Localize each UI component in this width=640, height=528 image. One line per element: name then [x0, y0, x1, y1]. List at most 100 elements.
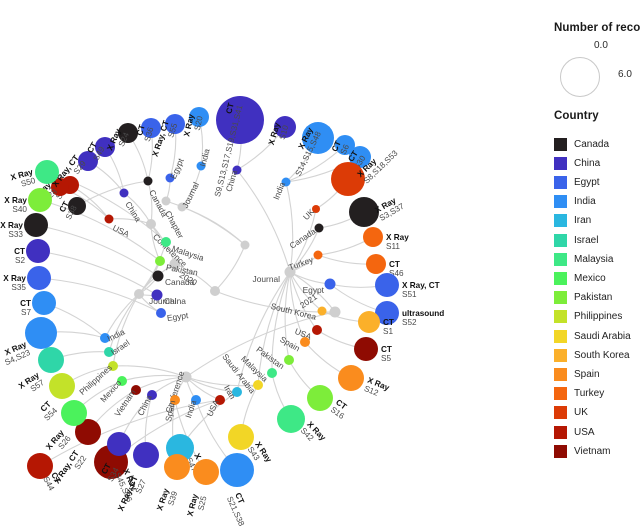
leaf-s27-china[interactable] — [133, 442, 159, 468]
leaf-s2-china[interactable] — [26, 239, 50, 263]
leaf-s42-malay[interactable] — [277, 405, 305, 433]
leaf-s51-egypt[interactable] — [375, 273, 399, 297]
legend-row-mexico[interactable]: Mexico — [554, 270, 606, 286]
legend-row-pakistan[interactable]: Pakistan — [554, 290, 612, 306]
leaf-s20-india[interactable] — [189, 107, 209, 127]
legend-row-turkey[interactable]: Turkey — [554, 386, 604, 402]
hub-conference-left[interactable] — [146, 219, 156, 229]
mid-uk-r[interactable] — [312, 205, 320, 213]
leaf-s24-canada[interactable] — [118, 123, 138, 143]
mid-usa-b[interactable] — [215, 395, 225, 405]
legend-swatch-vietnam — [554, 444, 567, 458]
mid-china-b[interactable] — [147, 390, 157, 400]
legend-row-malaysia[interactable]: Malaysia — [554, 251, 613, 267]
hub-conference-bottom[interactable] — [180, 371, 192, 383]
mid-egypt-tl[interactable] — [165, 173, 175, 183]
mid-spain-b[interactable] — [170, 395, 180, 405]
legend-row-south-korea[interactable]: South Korea — [554, 347, 630, 363]
mid-southkorea-r[interactable] — [317, 306, 327, 316]
leaf-s3-canada[interactable] — [349, 197, 379, 227]
legend-row-vietnam[interactable]: Vietnam — [554, 443, 611, 459]
mid-india-tl[interactable] — [196, 161, 206, 171]
leaf-s50-malay[interactable] — [35, 160, 59, 184]
leaf-s34-china[interactable] — [107, 432, 131, 456]
hub-center[interactable] — [210, 286, 220, 296]
mid-philippines-b[interactable] — [108, 361, 118, 371]
mid-mexico-b[interactable] — [117, 376, 127, 386]
leaf-s4-india[interactable] — [25, 317, 57, 349]
leaf-s12-spain[interactable] — [338, 365, 364, 391]
legend-row-iran[interactable]: Iran — [554, 213, 591, 229]
leaf-s55-egypt[interactable] — [165, 114, 185, 134]
legend-row-saudi-arabia[interactable]: Saudi Arabia — [554, 328, 631, 344]
leaf-s9-china[interactable] — [216, 96, 264, 144]
leaf-s11-turkey[interactable] — [363, 227, 383, 247]
leaf-s29-china[interactable] — [78, 151, 98, 171]
mid-malaysia-r[interactable] — [267, 368, 277, 378]
leaf-s16-pak[interactable] — [307, 385, 333, 411]
leaf-s39-spain[interactable] — [164, 454, 190, 480]
mid-china-tl2[interactable] — [119, 188, 129, 198]
mid-egypt-l[interactable] — [156, 308, 166, 318]
legend-swatch-israel — [554, 233, 567, 247]
legend-row-spain[interactable]: Spain — [554, 366, 600, 382]
mid-israel-l[interactable] — [104, 347, 114, 357]
leaf-s57-israel[interactable] — [38, 347, 64, 373]
mid-vietnam-b[interactable] — [131, 385, 141, 395]
legend-row-philippines[interactable]: Philippines — [554, 309, 622, 325]
hub-journal-top[interactable] — [177, 202, 187, 212]
leaf-s10-china[interactable] — [274, 116, 296, 138]
leaf-s5-vietnam[interactable] — [354, 337, 378, 361]
leaf-s36-egypt[interactable] — [141, 118, 161, 138]
mid-egypt-r[interactable] — [324, 278, 336, 290]
mid-saudi-r[interactable] — [253, 380, 263, 390]
legend-row-egypt[interactable]: Egypt — [554, 174, 600, 190]
mid-iran-r[interactable] — [232, 387, 242, 397]
mid-canada-r[interactable] — [314, 223, 324, 233]
leaf-s14-india[interactable] — [302, 122, 334, 154]
legend-panel: Number of records 0.0 6.0 Country Canada… — [548, 0, 640, 516]
leaf-s21-india[interactable] — [220, 453, 254, 487]
hub-chapter[interactable] — [161, 196, 171, 206]
hub-2020[interactable] — [169, 258, 181, 270]
legend-row-uk[interactable]: UK — [554, 405, 588, 421]
mid-pakistan-r[interactable] — [284, 355, 294, 365]
mid-spain-r[interactable] — [300, 337, 310, 347]
leaf-s26-mexico[interactable] — [61, 400, 87, 426]
legend-row-usa[interactable]: USA — [554, 424, 595, 440]
leaf-s1-korea[interactable] — [358, 311, 380, 333]
hub-2021[interactable] — [329, 306, 341, 318]
leaf-s33-canada[interactable] — [24, 213, 48, 237]
leaf-s44-usa[interactable] — [27, 453, 53, 479]
leaf-s40-pak[interactable] — [28, 188, 52, 212]
hub-journal-left[interactable] — [134, 289, 144, 299]
leaf-s38-canada[interactable] — [68, 197, 86, 215]
mid-malaysia-l[interactable] — [161, 237, 171, 247]
leaf-s49-china[interactable] — [95, 137, 115, 157]
mid-usa-r[interactable] — [312, 325, 322, 335]
mid-india-tr[interactable] — [281, 177, 291, 187]
radial-dendrogram-canvas: 2021 2020 Conference Conference Journal Journ… — [0, 0, 540, 528]
leaf-s43-saudi[interactable] — [228, 424, 254, 450]
legend-row-india[interactable]: India — [554, 194, 596, 210]
legend-row-israel[interactable]: Israel — [554, 232, 598, 248]
mid-india-b[interactable] — [191, 395, 201, 405]
leaf-s8-uk[interactable] — [331, 162, 365, 196]
mid-canada-l[interactable] — [152, 270, 164, 282]
mid-usa-l[interactable] — [104, 214, 114, 224]
leaf-s35-egypt[interactable] — [27, 266, 51, 290]
leaf-s54-phil[interactable] — [49, 373, 75, 399]
legend-row-canada[interactable]: Canada — [554, 136, 609, 152]
mid-pakistan-l[interactable] — [155, 256, 165, 266]
mid-canada-tl[interactable] — [143, 176, 153, 186]
hub-journal-right[interactable] — [284, 266, 296, 278]
leaf-s25-spain[interactable] — [193, 459, 219, 485]
mid-india-l[interactable] — [100, 333, 110, 343]
leaf-s7-india[interactable] — [32, 291, 56, 315]
mid-turkey-r[interactable] — [313, 250, 323, 260]
legend-row-china[interactable]: China — [554, 155, 600, 171]
mid-china-l[interactable] — [151, 289, 163, 301]
hub-2022[interactable] — [240, 240, 250, 250]
leaf-s46-turkey[interactable] — [366, 254, 386, 274]
mid-china-tl[interactable] — [232, 165, 242, 175]
